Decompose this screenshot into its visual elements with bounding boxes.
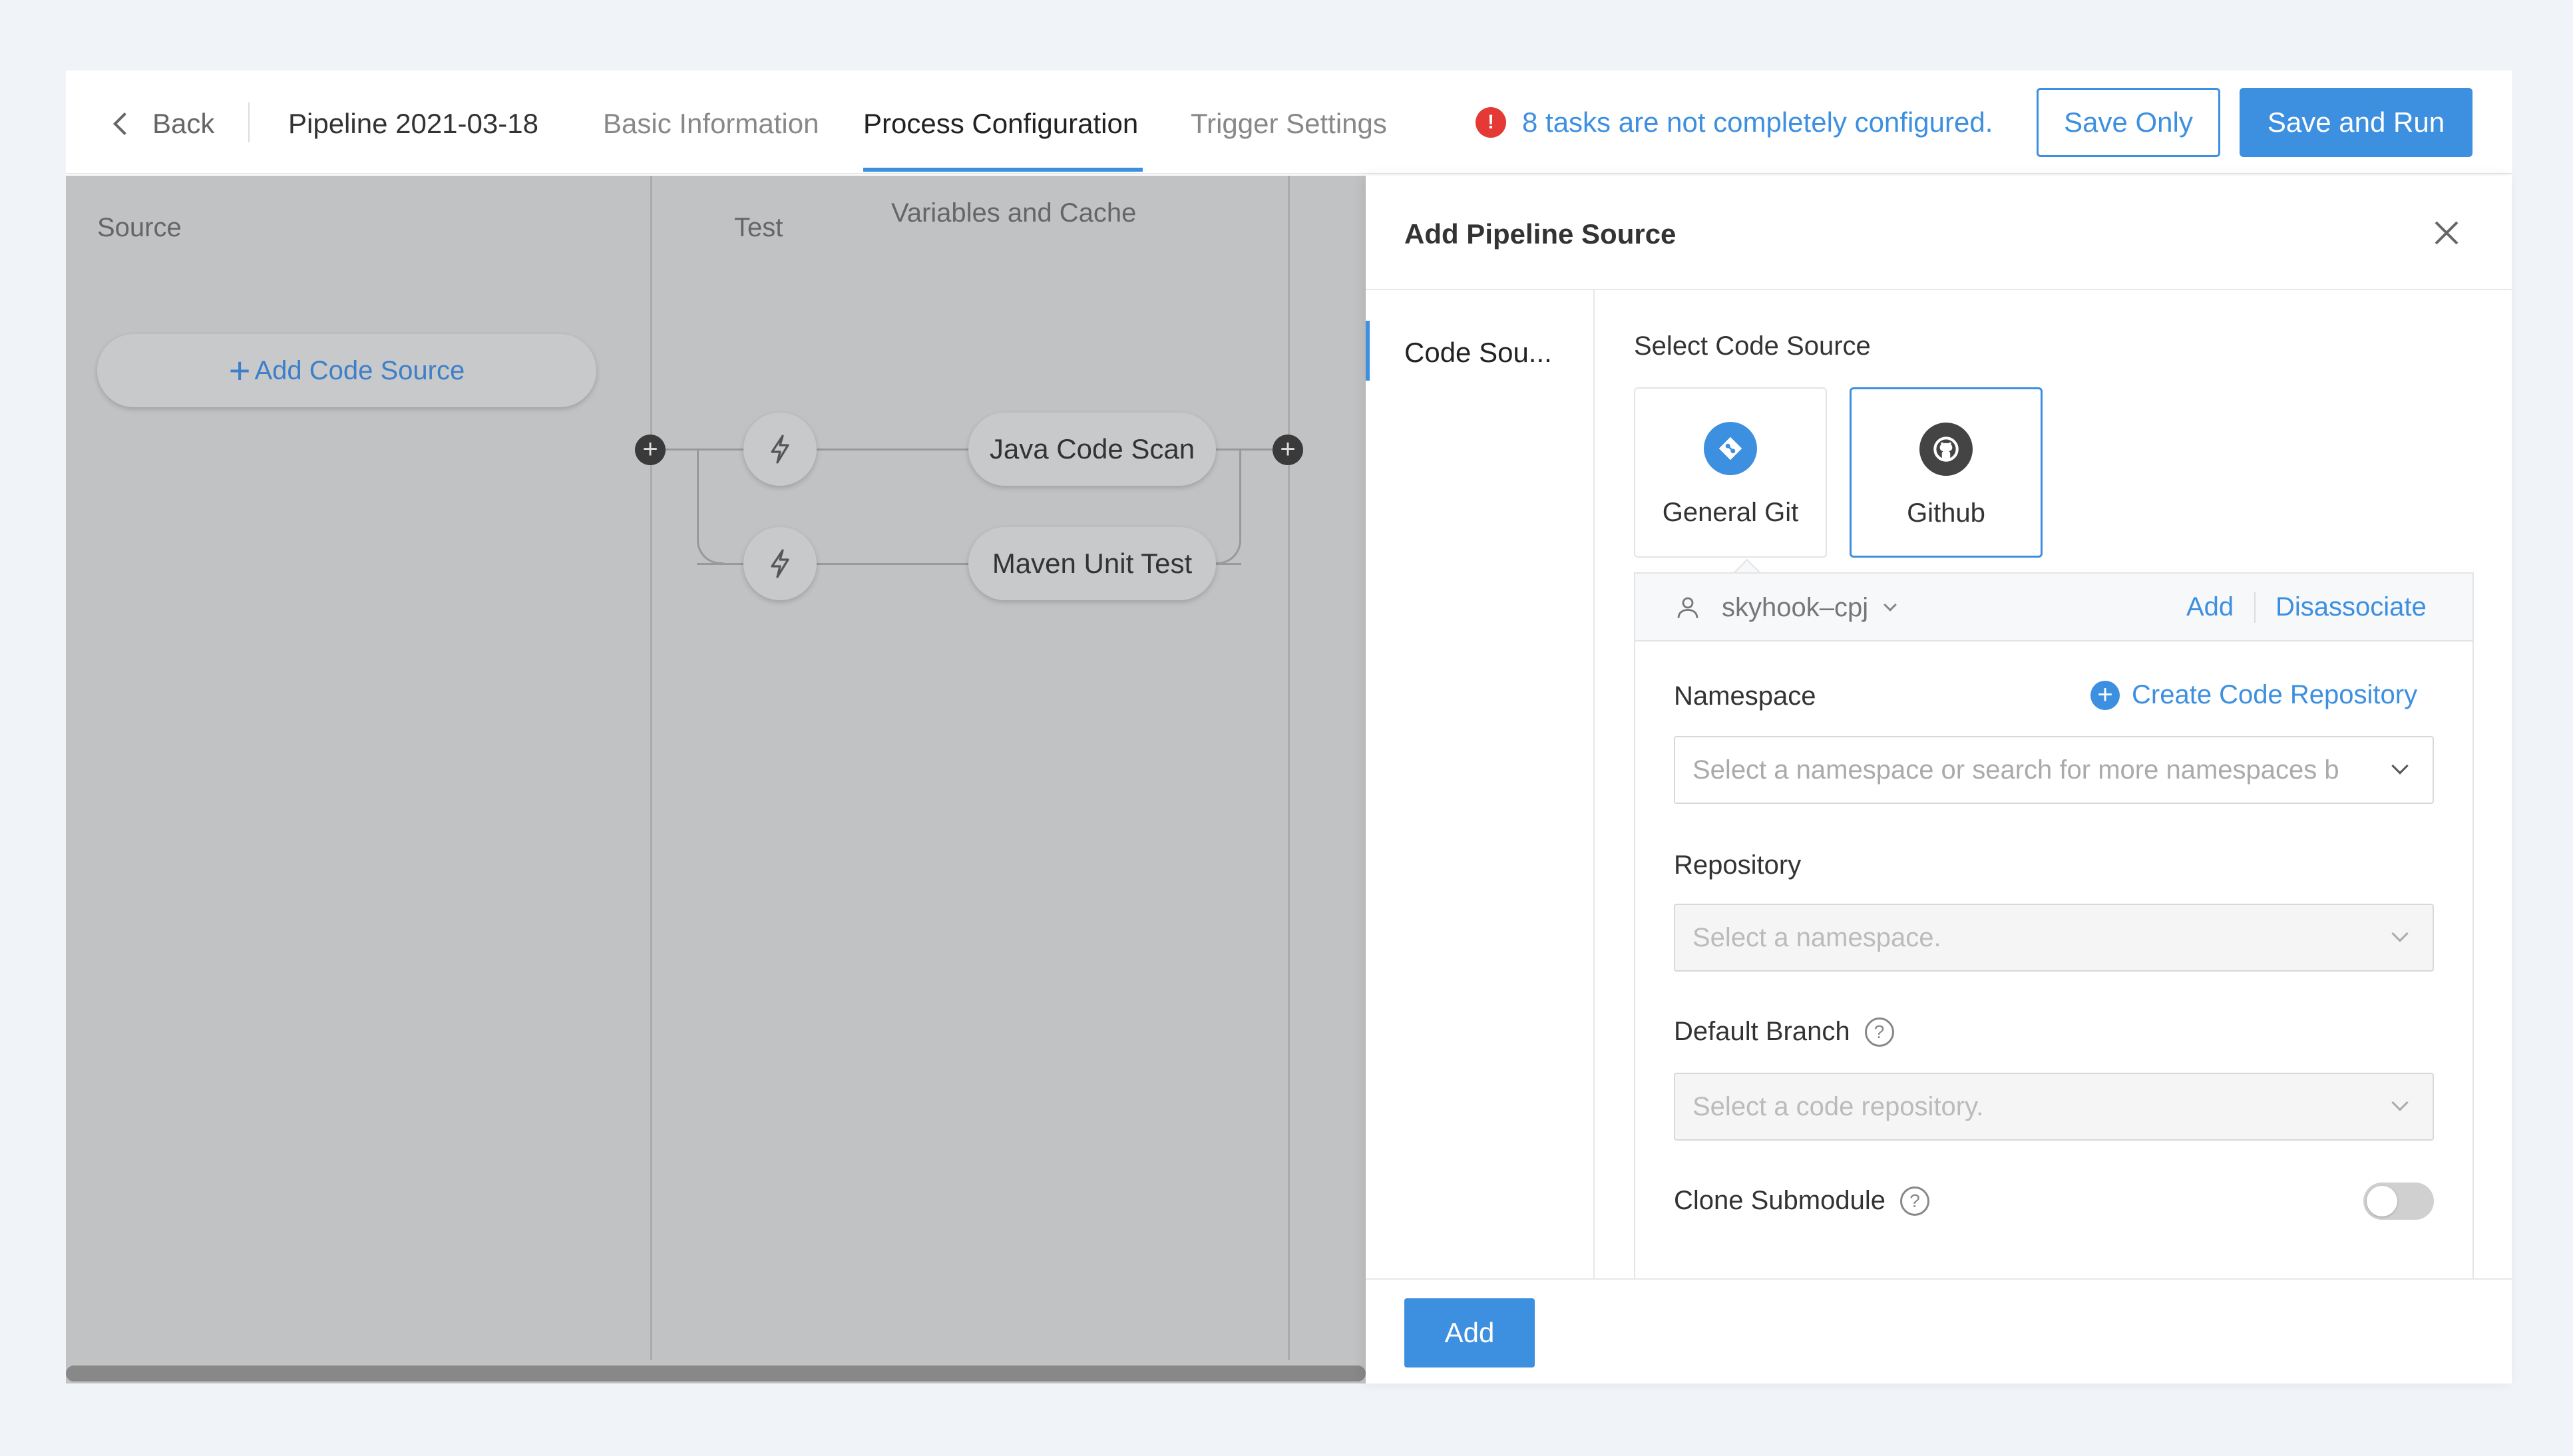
warning-text: 8 tasks are not completely configured. [1522, 106, 1993, 138]
nav-item-code-source[interactable]: Code Sou... [1404, 337, 1552, 369]
help-icon[interactable]: ? [1864, 1017, 1894, 1047]
drawer-title: Add Pipeline Source [1404, 218, 1677, 250]
create-code-repository-label: Create Code Repository [2132, 680, 2418, 709]
stage-title-source: Source [97, 213, 182, 242]
toggle-knob [2367, 1186, 2397, 1216]
drawer-side-nav: Code Sou... [1366, 290, 1595, 1278]
stage-divider [650, 176, 652, 1360]
stage-title-variables: Variables and Cache [891, 198, 1137, 228]
source-name: General Git [1662, 498, 1799, 527]
git-icon [1704, 422, 1757, 475]
parallel-task-node[interactable] [743, 413, 817, 486]
stage-title-test: Test [734, 213, 783, 242]
divider [248, 102, 250, 142]
repository-label: Repository [1674, 850, 1801, 880]
back-label: Back [152, 108, 215, 139]
default-branch-placeholder: Select a code repository. [1692, 1091, 1984, 1121]
repository-placeholder: Select a namespace. [1692, 922, 1941, 952]
account-name: skyhook–cpj [1722, 592, 1869, 622]
chevron-down-icon [2391, 757, 2409, 775]
disassociate-link[interactable]: Disassociate [2276, 592, 2427, 622]
save-only-button[interactable]: Save Only [2037, 88, 2220, 157]
chevron-down-icon [1883, 598, 1897, 612]
tab-basic-information[interactable]: Basic Information [603, 105, 819, 142]
pipeline-name: Pipeline 2021-03-18 [288, 108, 538, 139]
code-source-form: Select Code Source General Git Github sk… [1595, 290, 2512, 1278]
chevron-left-icon [113, 112, 136, 135]
task-maven-unit-test[interactable]: Maven Unit Test [968, 527, 1216, 600]
close-icon[interactable] [2431, 217, 2463, 249]
source-name: Github [1907, 498, 1985, 528]
error-icon: ! [1476, 107, 1506, 138]
repository-label-text: Repository [1674, 850, 1802, 880]
namespace-label-text: Namespace [1674, 681, 1816, 711]
pipeline-editor: Back Pipeline 2021-03-18 Basic Informati… [66, 71, 2512, 1383]
pipeline-canvas: Source Test Variables and Cache + Add Co… [66, 176, 1366, 1383]
config-warning[interactable]: ! 8 tasks are not completely configured. [1476, 102, 1993, 142]
user-icon [1677, 597, 1698, 618]
tab-process-configuration[interactable]: Process Configuration [863, 105, 1138, 142]
clone-submodule-label: Clone Submodule ? [1674, 1186, 1929, 1216]
add-code-source-label: Add Code Source [254, 355, 465, 385]
horizontal-scrollbar[interactable] [66, 1365, 1366, 1381]
plus-circle-icon: + [2090, 680, 2120, 710]
add-code-source-button[interactable]: + Add Code Source [97, 334, 596, 407]
select-code-source-label: Select Code Source [1634, 331, 1871, 361]
namespace-select[interactable]: Select a namespace or search for more na… [1674, 736, 2434, 804]
create-code-repository-link[interactable]: + Create Code Repository [2090, 680, 2417, 710]
default-branch-label-text: Default Branch [1674, 1017, 1850, 1046]
task-java-code-scan[interactable]: Java Code Scan [968, 413, 1216, 486]
add-stage-button[interactable]: + [635, 435, 666, 465]
default-branch-label: Default Branch ? [1674, 1017, 1894, 1047]
clone-submodule-label-text: Clone Submodule [1674, 1186, 1885, 1215]
drawer-footer: Add [1366, 1278, 2512, 1383]
add-pipeline-source-drawer: Add Pipeline Source Code Sou... Select C… [1366, 176, 2512, 1383]
back-button[interactable]: Back [110, 105, 214, 142]
source-card-general-git[interactable]: General Git [1634, 387, 1827, 558]
chevron-down-icon [2391, 1094, 2409, 1111]
add-account-link[interactable]: Add [2186, 592, 2234, 622]
divider [2254, 592, 2256, 623]
account-selector[interactable]: skyhook–cpj [1674, 591, 1897, 624]
active-tab-indicator [863, 168, 1143, 172]
bolt-icon [771, 435, 789, 464]
tab-trigger-settings[interactable]: Trigger Settings [1191, 105, 1387, 142]
connector-corner [1215, 540, 1241, 564]
top-bar: Back Pipeline 2021-03-18 Basic Informati… [66, 71, 2512, 174]
github-icon [1919, 423, 1973, 476]
add-button[interactable]: Add [1404, 1298, 1535, 1367]
help-icon[interactable]: ? [1900, 1186, 1929, 1216]
bolt-icon [771, 549, 789, 578]
connector-line [1239, 449, 1241, 542]
clone-submodule-toggle[interactable] [2363, 1183, 2434, 1220]
connector-corner [697, 540, 723, 564]
github-config-panel: skyhook–cpj Add Disassociate Namespace +… [1634, 572, 2474, 1278]
parallel-task-node[interactable] [743, 527, 817, 600]
plus-icon: + [228, 349, 251, 391]
chevron-down-icon [2391, 925, 2409, 942]
source-card-github[interactable]: Github [1850, 387, 2043, 558]
account-bar: skyhook–cpj Add Disassociate [1635, 574, 2473, 641]
drawer-header: Add Pipeline Source [1366, 176, 2512, 290]
save-and-run-button[interactable]: Save and Run [2240, 88, 2473, 157]
default-branch-select[interactable]: Select a code repository. [1674, 1073, 2434, 1141]
active-nav-indicator [1366, 321, 1370, 381]
stage-divider [1288, 176, 1290, 1360]
namespace-label: Namespace [1674, 681, 1816, 711]
connector-line [697, 449, 699, 542]
repository-select[interactable]: Select a namespace. [1674, 904, 2434, 972]
namespace-placeholder: Select a namespace or search for more na… [1692, 755, 2339, 785]
add-stage-button[interactable]: + [1273, 435, 1303, 465]
